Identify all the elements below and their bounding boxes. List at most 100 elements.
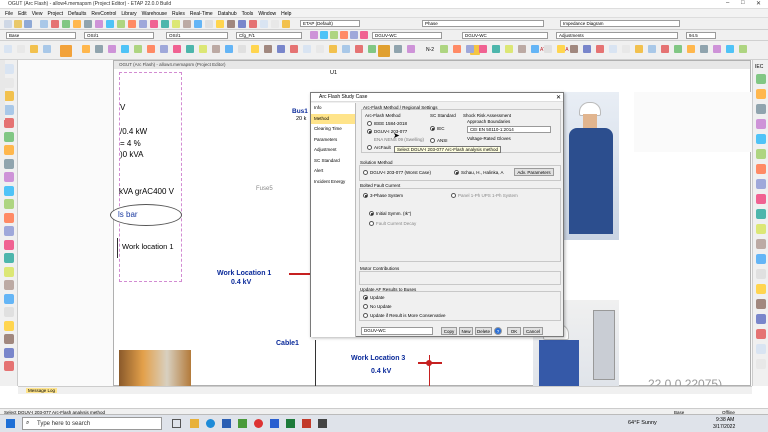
toolbar-icon[interactable] — [320, 31, 328, 39]
right-tool-icon[interactable] — [756, 314, 766, 324]
toolbar-icon[interactable] — [290, 45, 298, 53]
toolbar-icon[interactable] — [303, 45, 311, 53]
menu-item-realtime[interactable]: Real-Time — [190, 11, 213, 17]
toolbar-icon[interactable] — [271, 20, 279, 28]
toolbar-icon[interactable] — [264, 45, 272, 53]
toolbar-icon[interactable] — [726, 45, 734, 53]
toolbar-icon[interactable] — [183, 20, 191, 28]
work-location-3-node[interactable] — [426, 360, 432, 366]
toolbar-icon[interactable] — [161, 20, 169, 28]
help-icon[interactable]: ? — [494, 327, 502, 335]
toolbar-icon[interactable] — [505, 45, 513, 53]
toolbar-icon[interactable] — [186, 45, 194, 53]
right-tool-icon[interactable] — [756, 164, 766, 174]
left-tool-icon[interactable] — [4, 104, 14, 115]
menu-item-view[interactable]: View — [32, 11, 43, 17]
adjustments-dropdown[interactable]: Adjustments — [556, 32, 678, 39]
toolbar-icon[interactable] — [518, 45, 526, 53]
bf2-radio[interactable] — [451, 193, 456, 198]
zoom-dropdown[interactable]: 94.5 — [686, 32, 716, 39]
left-tool-icon[interactable] — [4, 199, 14, 209]
left-tool-icon[interactable] — [4, 266, 14, 277]
left-tool-icon[interactable] — [4, 158, 14, 169]
left-tool-icon[interactable] — [4, 253, 14, 263]
cable1-line[interactable] — [315, 340, 316, 386]
right-tool-icon[interactable] — [756, 269, 766, 279]
toolbar-icon[interactable] — [40, 20, 48, 28]
right-tool-icon[interactable] — [756, 179, 766, 189]
left-tool-icon[interactable] — [4, 226, 14, 236]
bf3-radio[interactable] — [369, 211, 374, 216]
arc-flash-icon[interactable] — [60, 45, 72, 57]
message-log-tab[interactable]: Message Log — [26, 388, 58, 393]
right-tool-icon[interactable] — [756, 134, 766, 144]
approach-dropdown[interactable]: CEI EN 50110-1:2014 — [467, 126, 551, 133]
nav-item-incident-energy[interactable]: Incident Energy — [311, 177, 355, 188]
toolbar-icon[interactable] — [453, 45, 461, 53]
toolbar-icon[interactable] — [635, 45, 643, 53]
app-icon[interactable] — [238, 419, 247, 428]
right-tool-icon[interactable] — [756, 149, 766, 159]
clock-date[interactable]: 3/17/2022 — [713, 424, 735, 430]
toolbar-icon[interactable] — [282, 20, 290, 28]
right-tool-icon[interactable] — [756, 209, 766, 219]
toolbar-icon[interactable] — [394, 45, 402, 53]
left-tool-icon[interactable] — [4, 239, 14, 250]
toolbar-icon[interactable] — [340, 31, 348, 39]
toolbar-icon[interactable] — [106, 20, 114, 28]
left-tool-icon[interactable] — [4, 347, 14, 358]
toolbar-icon[interactable] — [700, 45, 708, 53]
toolbar-icon[interactable] — [544, 45, 552, 53]
weather-text[interactable]: 64°F Sunny — [628, 420, 657, 426]
toolbar-icon[interactable] — [73, 20, 81, 28]
toolbar-icon[interactable] — [622, 45, 630, 53]
menu-item-tools[interactable]: Tools — [242, 11, 254, 17]
toolbar-icon[interactable] — [225, 45, 233, 53]
left-tool-icon[interactable] — [4, 172, 14, 182]
left-tool-icon[interactable] — [4, 361, 14, 371]
left-tool-icon[interactable] — [4, 293, 14, 304]
clock-time[interactable]: 9:38 AM — [716, 417, 734, 423]
base-dropdown[interactable]: Base — [6, 32, 76, 39]
diagram-dropdown[interactable]: Impedance Diagram — [560, 20, 680, 27]
u1-radio[interactable] — [363, 295, 368, 300]
menu-item-library[interactable]: Library — [121, 11, 136, 17]
toolbar-icon[interactable] — [648, 45, 656, 53]
toolbar-icon[interactable] — [172, 20, 180, 28]
toolbar-icon[interactable] — [128, 20, 136, 28]
toolbar-icon[interactable] — [310, 31, 318, 39]
toolbar-icon[interactable] — [407, 45, 415, 53]
taskbar-search-box[interactable]: ⌕ Type here to search — [22, 417, 162, 430]
nav-item-clearing-time[interactable]: Clearing Time — [311, 124, 355, 135]
study-case-dropdown[interactable]: DGUV-WC — [372, 32, 442, 39]
menu-item-datahub[interactable]: Datahub — [218, 11, 237, 17]
menu-item-defaults[interactable]: Defaults — [68, 11, 86, 17]
nav-item-sc-standard[interactable]: SC Standard — [311, 156, 355, 167]
toolbar-icon[interactable] — [238, 20, 246, 28]
toolbar-icon[interactable] — [30, 45, 38, 53]
minimize-icon[interactable]: – — [726, 0, 729, 6]
run-arcflash-icon[interactable] — [378, 45, 390, 57]
sol2-radio[interactable] — [454, 170, 459, 175]
toolbar-icon[interactable] — [466, 45, 474, 53]
toolbar-icon[interactable] — [212, 45, 220, 53]
right-tool-icon[interactable] — [756, 344, 766, 354]
work-location-1-bus[interactable] — [289, 273, 311, 275]
osi2-dropdown[interactable]: OSI/1 — [166, 32, 228, 39]
toolbar-icon[interactable] — [95, 45, 103, 53]
osi-dropdown[interactable]: OSI/1 — [84, 32, 154, 39]
adv-parameters-button[interactable]: Adv. Parameters — [514, 168, 554, 176]
right-tool-icon[interactable] — [756, 254, 766, 264]
open-icon[interactable] — [14, 20, 22, 28]
phase-dropdown[interactable]: Phase — [422, 20, 544, 27]
menu-item-edit[interactable]: Edit — [18, 11, 27, 17]
toolbar-icon[interactable] — [4, 45, 12, 53]
new-button[interactable]: New — [459, 327, 473, 335]
nav-item-method[interactable]: Method — [311, 113, 355, 124]
arcfault-radio[interactable] — [367, 145, 372, 150]
toolbar-icon[interactable] — [199, 45, 207, 53]
toolbar-icon[interactable] — [227, 20, 235, 28]
left-tool-icon[interactable] — [4, 307, 14, 317]
toolbar-icon[interactable] — [342, 45, 350, 53]
toolbar-icon[interactable] — [117, 20, 125, 28]
